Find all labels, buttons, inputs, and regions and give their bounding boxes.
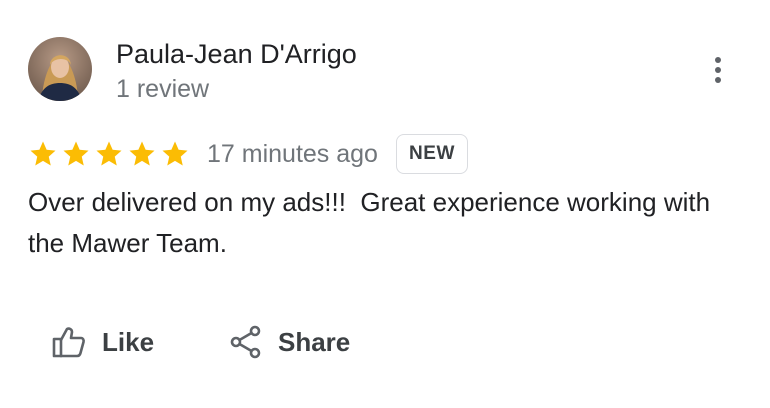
star-icon	[61, 139, 91, 169]
share-icon	[230, 325, 262, 359]
more-vert-icon	[714, 56, 722, 89]
star-icon	[160, 139, 190, 169]
like-button[interactable]: Like	[52, 318, 154, 366]
rating-row: 17 minutes ago NEW	[28, 132, 469, 176]
share-button[interactable]: Share	[230, 318, 350, 366]
author-avatar[interactable]	[28, 37, 92, 101]
author-review-count: 1 review	[116, 75, 210, 103]
star-icon	[94, 139, 124, 169]
star-rating	[28, 139, 190, 169]
new-badge: NEW	[395, 134, 469, 174]
review-card: Paula-Jean D'Arrigo 1 review 17 minutes …	[0, 0, 770, 408]
like-label: Like	[102, 326, 155, 357]
review-text: Over delivered on my ads!!! Great experi…	[28, 187, 718, 258]
thumb-up-icon	[52, 326, 86, 358]
star-icon	[28, 139, 58, 169]
star-icon	[127, 139, 157, 169]
author-name[interactable]: Paula-Jean D'Arrigo	[116, 38, 357, 70]
more-options-button[interactable]	[698, 52, 738, 92]
share-label: Share	[278, 326, 351, 357]
review-time: 17 minutes ago	[207, 139, 378, 168]
